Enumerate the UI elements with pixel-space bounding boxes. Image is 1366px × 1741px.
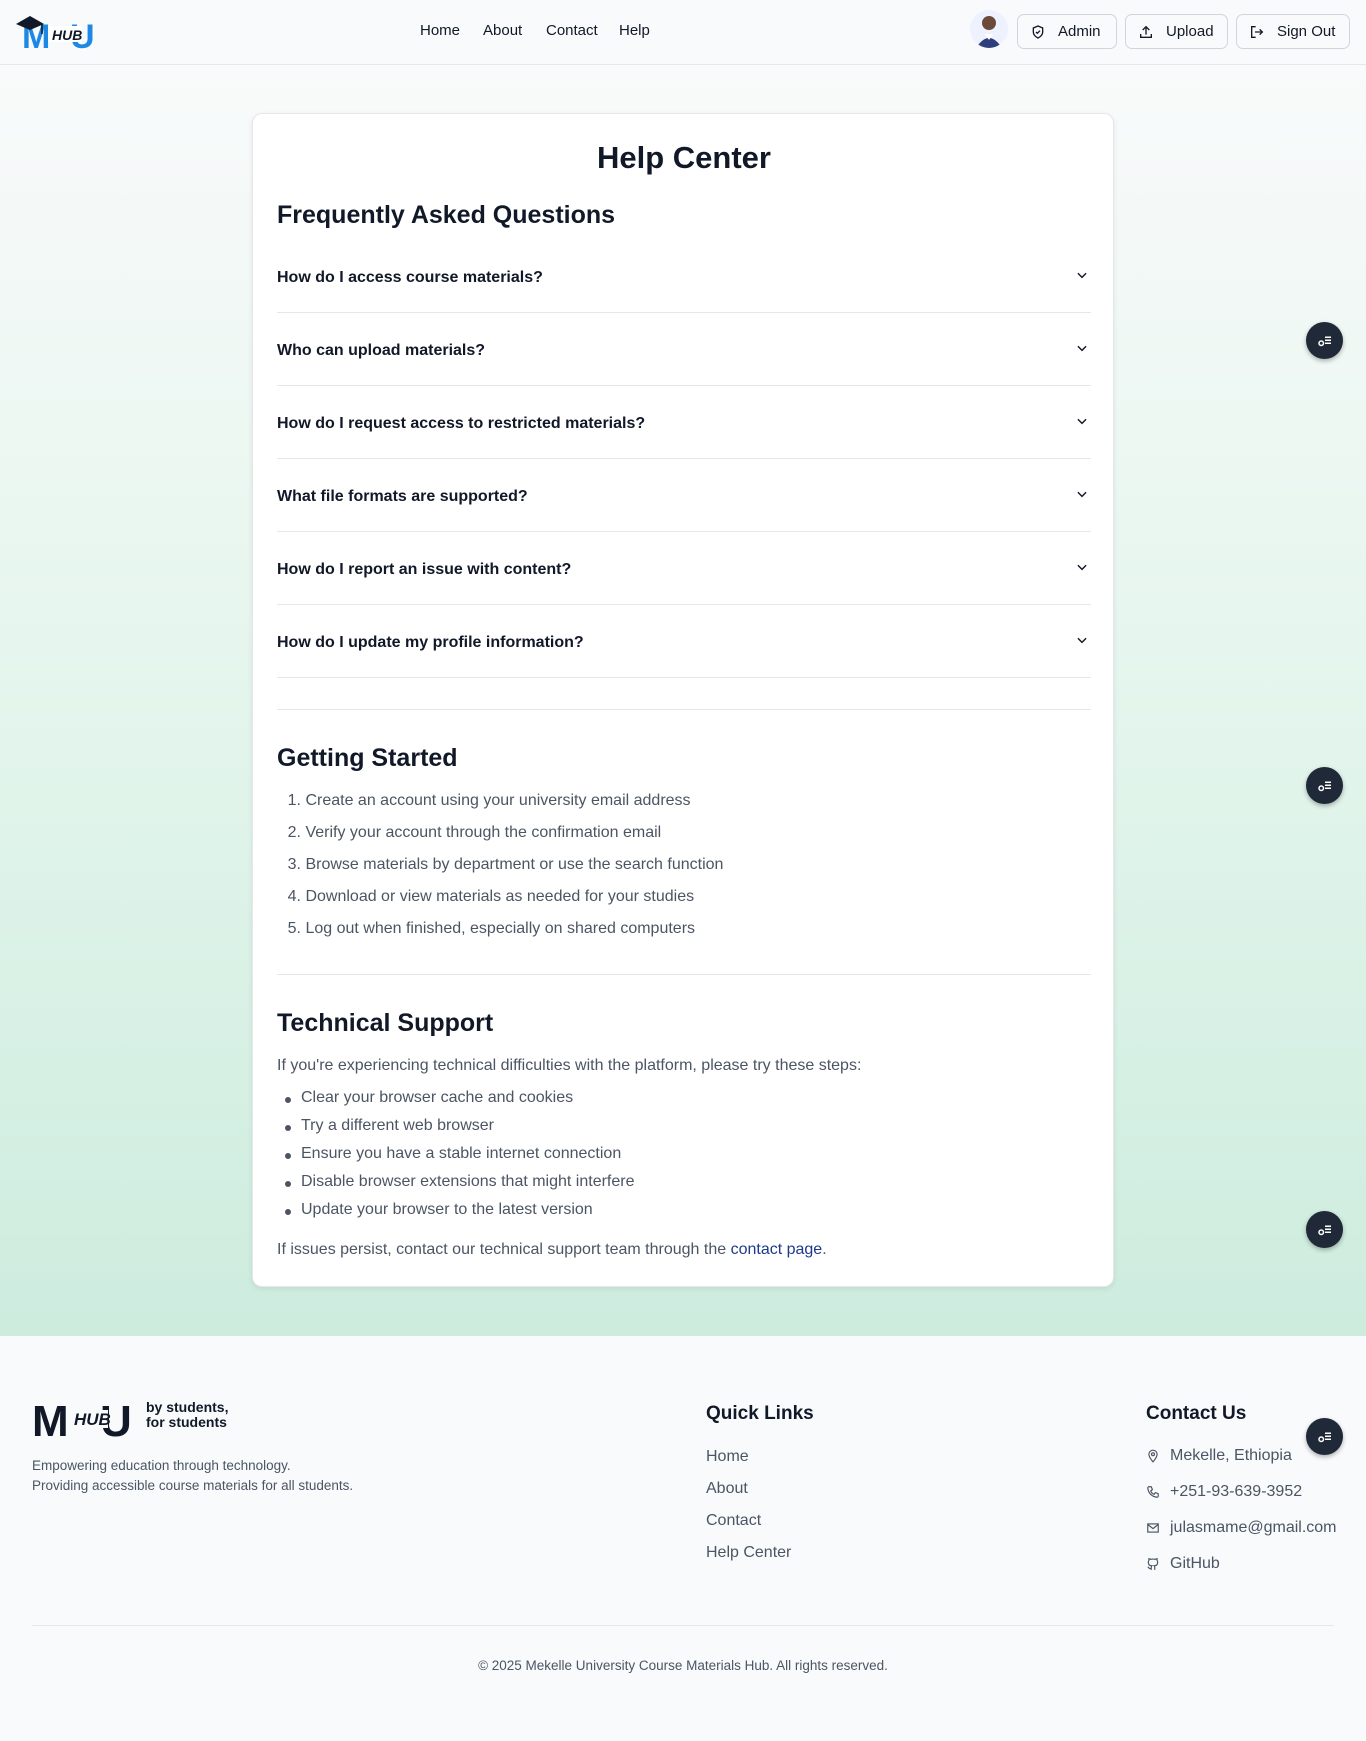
- tech-step: Clear your browser cache and cookies: [277, 1089, 573, 1107]
- shield-icon: [1032, 24, 1044, 39]
- chevron-down-icon: [1077, 418, 1087, 425]
- contact-page-link[interactable]: contact page: [731, 1241, 823, 1258]
- floating-menu-icon: [1317, 1225, 1331, 1235]
- sign-out-label: Sign Out: [1277, 23, 1336, 40]
- footer-description: Empowering education through technology.: [32, 1458, 291, 1473]
- tech-step: Update your browser to the latest versio…: [277, 1201, 593, 1219]
- footer-logo-text: HUB: [74, 1410, 111, 1429]
- avatar-image: [976, 16, 1002, 48]
- top-header: M U HUB Home About Contact Help Admin Up…: [0, 0, 1366, 65]
- floating-menu-icon: [1317, 781, 1331, 791]
- chevron-down-icon: [1077, 564, 1087, 571]
- faq-item[interactable]: How do I request access to restricted ma…: [277, 386, 1091, 459]
- contact-phone[interactable]: +251-93-639-3952: [1146, 1483, 1302, 1501]
- tech-step: Disable browser extensions that might in…: [277, 1173, 635, 1191]
- contact-location: Mekelle, Ethiopia: [1146, 1447, 1292, 1465]
- technical-support-title: Technical Support: [277, 1009, 494, 1037]
- upload-button[interactable]: Upload: [1125, 14, 1228, 49]
- faq-question: How do I report an issue with content?: [277, 561, 572, 578]
- tech-step: Try a different web browser: [277, 1117, 494, 1135]
- chevron-down-icon: [1077, 491, 1087, 498]
- getting-started-step: 5. Log out when finished, especially on …: [287, 920, 696, 937]
- admin-button[interactable]: Admin: [1017, 14, 1117, 49]
- map-pin-icon: [1148, 1449, 1158, 1463]
- nav-help[interactable]: Help: [619, 22, 650, 39]
- getting-started-step: 1. Create an account using your universi…: [287, 792, 691, 809]
- page-title: Help Center: [597, 140, 771, 175]
- footer-link-home[interactable]: Home: [706, 1448, 749, 1466]
- faq-question: Who can upload materials?: [277, 342, 486, 359]
- getting-started-step: 4. Download or view materials as needed …: [287, 888, 695, 905]
- avatar[interactable]: [970, 10, 1008, 48]
- admin-label: Admin: [1058, 23, 1101, 40]
- faq-item[interactable]: How do I access course materials?: [277, 240, 1091, 313]
- floating-menu-button[interactable]: [1306, 1211, 1343, 1248]
- chevron-down-icon: [1077, 637, 1087, 644]
- svg-text:M: M: [32, 1397, 69, 1440]
- sign-out-icon: [1251, 25, 1264, 38]
- floating-menu-button[interactable]: [1306, 322, 1343, 359]
- faq-item[interactable]: Who can upload materials?: [277, 313, 1091, 386]
- github-icon: [1147, 1558, 1159, 1570]
- footer-description: Providing accessible course materials fo…: [32, 1478, 354, 1493]
- footer-tagline: by students, for students: [146, 1399, 229, 1430]
- footer: M U HUB by students, for students Empowe…: [0, 1336, 1366, 1741]
- sign-out-button[interactable]: Sign Out: [1236, 14, 1350, 49]
- floating-menu-icon: [1317, 1432, 1331, 1442]
- tech-outro: If issues persist, contact our technical…: [277, 1241, 827, 1258]
- faq-item[interactable]: What file formats are supported?: [277, 459, 1091, 532]
- footer-divider: [32, 1625, 1334, 1626]
- floating-menu-button[interactable]: [1306, 1418, 1343, 1455]
- section-divider: [277, 974, 1091, 975]
- faq-question: How do I update my profile information?: [277, 634, 584, 651]
- mail-icon: [1147, 1523, 1159, 1533]
- nav-contact[interactable]: Contact: [546, 22, 598, 39]
- chevron-down-icon: [1077, 345, 1087, 352]
- phone-icon: [1147, 1486, 1159, 1498]
- footer-link-about[interactable]: About: [706, 1480, 748, 1498]
- tech-intro: If you're experiencing technical difficu…: [277, 1057, 862, 1074]
- faq-question: How do I access course materials?: [277, 269, 543, 286]
- getting-started-title: Getting Started: [277, 744, 458, 772]
- faq-item[interactable]: How do I update my profile information?: [277, 605, 1091, 678]
- quick-links-title: Quick Links: [706, 1403, 814, 1424]
- nav-home[interactable]: Home: [420, 22, 460, 39]
- footer-logo: M U HUB by students, for students: [32, 1396, 228, 1446]
- copyright: © 2025 Mekelle University Course Materia…: [478, 1658, 888, 1673]
- chevron-down-icon: [1077, 272, 1087, 279]
- logo-text: HUB: [52, 27, 83, 43]
- floating-menu-icon: [1317, 336, 1331, 346]
- tech-step: Ensure you have a stable internet connec…: [277, 1145, 621, 1163]
- nav-about[interactable]: About: [483, 22, 522, 39]
- footer-link-contact[interactable]: Contact: [706, 1512, 761, 1530]
- help-center-card: Help Center Frequently Asked Questions H…: [252, 113, 1114, 1287]
- upload-label: Upload: [1166, 23, 1214, 40]
- contact-us-title: Contact Us: [1146, 1403, 1247, 1424]
- section-divider: [277, 709, 1091, 710]
- upload-icon: [1140, 25, 1152, 38]
- getting-started-step: 2. Verify your account through the confi…: [287, 824, 662, 841]
- footer-link-help-center[interactable]: Help Center: [706, 1544, 791, 1562]
- faq-title: Frequently Asked Questions: [277, 201, 616, 229]
- floating-menu-button[interactable]: [1306, 767, 1343, 804]
- contact-github[interactable]: GitHub: [1146, 1555, 1220, 1573]
- getting-started-step: 3. Browse materials by department or use…: [287, 856, 724, 873]
- site-logo[interactable]: M U HUB: [14, 10, 104, 56]
- faq-question: How do I request access to restricted ma…: [277, 415, 646, 432]
- contact-email[interactable]: julasmame@gmail.com: [1146, 1519, 1337, 1537]
- faq-question: What file formats are supported?: [277, 488, 528, 505]
- faq-item[interactable]: How do I report an issue with content?: [277, 532, 1091, 605]
